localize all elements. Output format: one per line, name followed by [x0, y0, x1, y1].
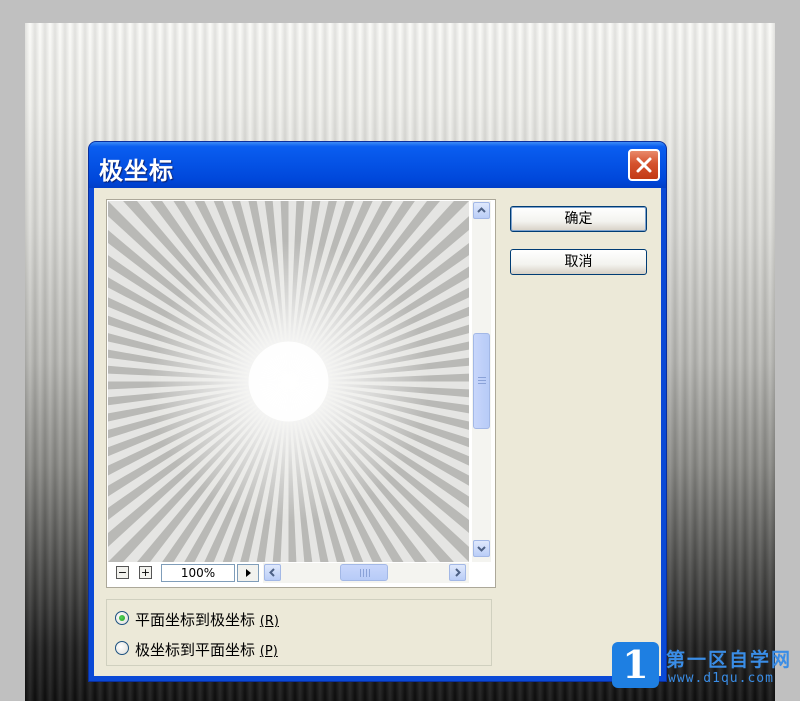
watermark-site-name: 第一区自学网 [666, 649, 793, 671]
vertical-scroll-thumb[interactable] [473, 333, 490, 429]
zoom-out-button[interactable]: − [116, 566, 129, 579]
close-icon [636, 157, 652, 173]
radial-rays-graphic [0, 81, 589, 682]
radio-button[interactable] [115, 641, 129, 655]
scroll-left-button[interactable] [264, 564, 281, 581]
conversion-mode-group: 平面坐标到极坐标 (R) 极坐标到平面坐标 (P) [106, 599, 492, 666]
dialog-titlebar[interactable]: 极坐标 [89, 142, 666, 188]
radio-button[interactable] [115, 611, 129, 625]
horizontal-scroll-thumb[interactable] [340, 564, 388, 581]
polar-coordinates-dialog: 极坐标 − + 100% 确定 取消 平面坐标到极坐标 (R) 极坐标到平面坐标… [0, 81, 667, 682]
chevron-up-icon [477, 207, 486, 213]
chevron-right-icon [455, 568, 461, 577]
scroll-down-button[interactable] [473, 540, 490, 557]
dialog-client-area: − + 100% 确定 取消 平面坐标到极坐标 (R) 极坐标到平面坐标 (P) [0, 81, 661, 682]
chevron-left-icon [269, 568, 275, 577]
shortcut-key: (P) [259, 644, 278, 659]
preview-panel: − + 100% [0, 81, 589, 682]
ok-button[interactable]: 确定 [510, 206, 647, 232]
polar-preview-image[interactable] [0, 81, 589, 682]
close-button[interactable] [628, 149, 660, 181]
triangle-right-icon [246, 569, 251, 577]
zoom-menu-button[interactable] [237, 564, 259, 582]
chevron-down-icon [477, 546, 486, 552]
cancel-button[interactable]: 取消 [510, 249, 647, 275]
watermark-logo: 1 [612, 642, 659, 688]
radio-label: 极坐标到平面坐标 [135, 641, 256, 659]
horizontal-scrollbar[interactable] [263, 563, 469, 583]
radio-selected-dot [119, 615, 125, 621]
shortcut-key: (R) [259, 614, 279, 629]
zoom-in-button[interactable]: + [139, 566, 152, 579]
vertical-scrollbar[interactable] [472, 201, 491, 562]
zoom-level-field[interactable]: 100% [161, 564, 235, 582]
dialog-title: 极坐标 [99, 157, 174, 185]
preview-zoom-controls: − + 100% [107, 562, 491, 584]
watermark-logo-glyph: 1 [622, 642, 649, 687]
scroll-up-button[interactable] [473, 202, 490, 219]
radio-label: 平面坐标到极坐标 [135, 611, 256, 629]
watermark-url: www.d1qu.com [668, 671, 774, 686]
scroll-right-button[interactable] [449, 564, 466, 581]
